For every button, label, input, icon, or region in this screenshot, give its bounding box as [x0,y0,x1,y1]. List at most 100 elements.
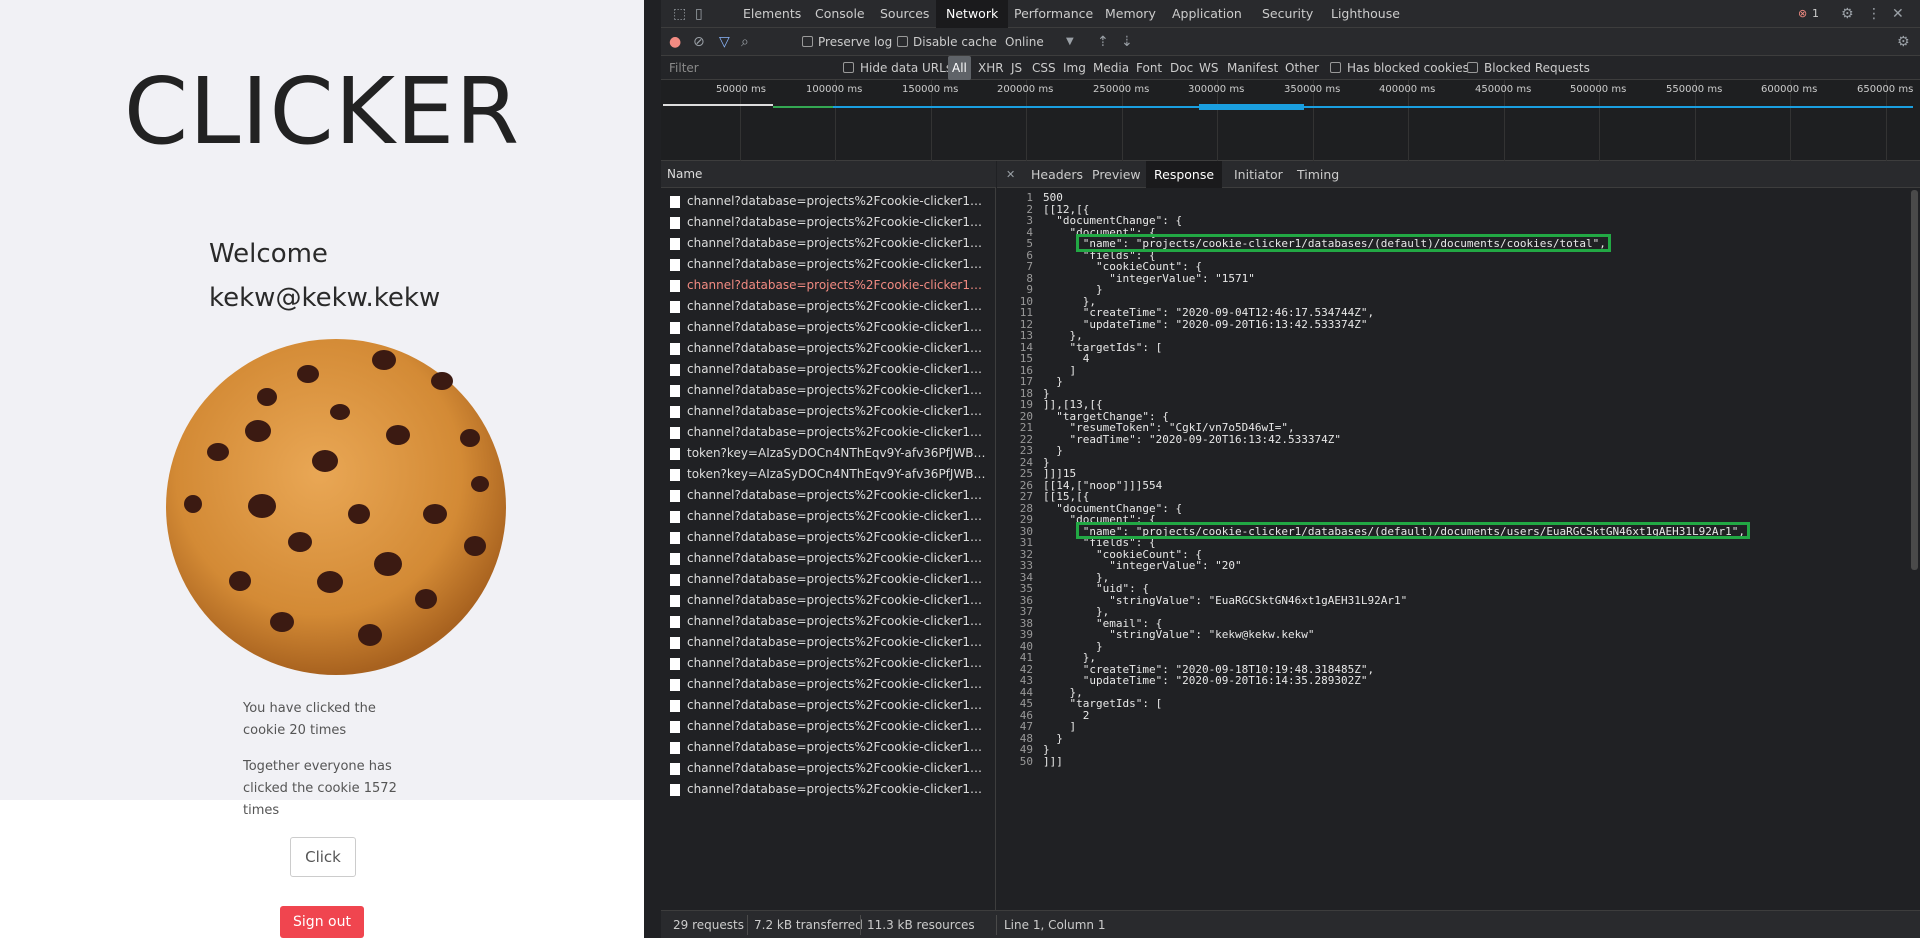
disable-cache-checkbox[interactable] [897,36,908,47]
close-devtools-icon[interactable]: ✕ [1892,0,1904,28]
tab-lighthouse[interactable]: Lighthouse [1331,0,1400,28]
request-row[interactable]: channel?database=projects%2Fcookie-click… [661,548,996,569]
filter-manifest[interactable]: Manifest [1227,56,1278,80]
device-toolbar-icon[interactable]: ▯ [695,0,703,28]
request-row[interactable]: channel?database=projects%2Fcookie-click… [661,212,996,233]
tab-initiator[interactable]: Initiator [1234,161,1283,188]
request-row[interactable]: channel?database=projects%2Fcookie-click… [661,506,996,527]
tab-headers[interactable]: Headers [1031,161,1083,188]
request-row[interactable]: channel?database=projects%2Fcookie-click… [661,191,996,212]
response-scrollbar[interactable] [1909,190,1920,910]
request-row[interactable]: channel?database=projects%2Fcookie-click… [661,380,996,401]
throttling-select[interactable]: Online [1005,28,1044,56]
tab-performance[interactable]: Performance [1014,0,1093,28]
more-options-icon[interactable]: ⋮ [1867,0,1881,28]
request-row[interactable]: channel?database=projects%2Fcookie-click… [661,653,996,674]
search-icon[interactable]: ⌕ [741,28,749,56]
request-row[interactable]: token?key=AIzaSyDOCn4NThEqv9Y-afv36PfJWB… [661,464,996,485]
filter-input[interactable]: Filter [669,56,699,80]
tab-security[interactable]: Security [1262,0,1313,28]
filter-font[interactable]: Font [1136,56,1162,80]
filter-js[interactable]: JS [1011,56,1022,80]
request-row[interactable]: channel?database=projects%2Fcookie-click… [661,569,996,590]
request-row[interactable]: channel?database=projects%2Fcookie-click… [661,758,996,779]
request-row[interactable]: channel?database=projects%2Fcookie-click… [661,632,996,653]
request-name: channel?database=projects%2Fcookie-click… [687,635,993,649]
request-row[interactable]: channel?database=projects%2Fcookie-click… [661,233,996,254]
request-row[interactable]: channel?database=projects%2Fcookie-click… [661,611,996,632]
request-name: channel?database=projects%2Fcookie-click… [687,215,993,229]
request-name: channel?database=projects%2Fcookie-click… [687,404,993,418]
close-panel-icon[interactable]: ✕ [1006,161,1015,188]
request-row[interactable]: channel?database=projects%2Fcookie-click… [661,527,996,548]
filter-xhr[interactable]: XHR [978,56,1004,80]
filter-doc[interactable]: Doc [1170,56,1193,80]
request-row[interactable]: token?key=AIzaSyDOCn4NThEqv9Y-afv36PfJWB… [661,443,996,464]
tab-memory[interactable]: Memory [1105,0,1156,28]
error-count[interactable]: 1 [1812,0,1819,28]
request-name: channel?database=projects%2Fcookie-click… [687,572,993,586]
filter-img[interactable]: Img [1063,56,1086,80]
cursor-position: Line 1, Column 1 [1004,918,1106,932]
tab-sources[interactable]: Sources [880,0,929,28]
hide-data-urls-checkbox[interactable] [843,62,854,73]
timeline-bar [833,106,1913,108]
cookie-image[interactable] [162,334,510,680]
blocked-requests-checkbox[interactable] [1467,62,1478,73]
request-row[interactable]: channel?database=projects%2Fcookie-click… [661,338,996,359]
export-har-icon[interactable]: ⇣ [1121,28,1133,56]
request-row[interactable]: channel?database=projects%2Fcookie-click… [661,590,996,611]
inspect-element-icon[interactable]: ⬚ [673,0,686,28]
tab-response[interactable]: Response [1146,161,1223,188]
request-row[interactable]: channel?database=projects%2Fcookie-click… [661,254,996,275]
preserve-log-checkbox[interactable] [802,36,813,47]
tab-application[interactable]: Application [1172,0,1242,28]
request-name: channel?database=projects%2Fcookie-click… [687,488,993,502]
resources-size: 11.3 kB resources [867,918,975,932]
request-row[interactable]: channel?database=projects%2Fcookie-click… [661,674,996,695]
request-row[interactable]: channel?database=projects%2Fcookie-click… [661,359,996,380]
tab-console[interactable]: Console [815,0,865,28]
import-har-icon[interactable]: ⇡ [1097,28,1109,56]
filter-ws[interactable]: WS [1199,56,1218,80]
request-row[interactable]: channel?database=projects%2Fcookie-click… [661,275,996,296]
tab-preview[interactable]: Preview [1092,161,1141,188]
page-title: CLICKER [123,58,521,165]
clear-icon[interactable]: ⊘ [693,28,705,56]
response-body[interactable]: 1 500 2 [[12,[{3 "documentChange": {4 "docu… [997,191,1917,910]
network-settings-icon[interactable]: ⚙ [1897,28,1910,56]
filter-media[interactable]: Media [1093,56,1129,80]
request-row[interactable]: channel?database=projects%2Fcookie-click… [661,779,996,800]
request-row[interactable]: channel?database=projects%2Fcookie-click… [661,401,996,422]
settings-gear-icon[interactable]: ⚙ [1841,0,1854,28]
request-row[interactable]: channel?database=projects%2Fcookie-click… [661,737,996,758]
sign-out-button[interactable]: Sign out [280,906,364,938]
tab-elements[interactable]: Elements [743,0,801,28]
click-button[interactable]: Click [290,837,356,877]
request-row[interactable]: channel?database=projects%2Fcookie-click… [661,296,996,317]
request-name: channel?database=projects%2Fcookie-click… [687,656,993,670]
chevron-down-icon[interactable]: ▼ [1066,28,1074,56]
highlight-box [1075,521,1750,539]
name-column-header[interactable]: Name [661,161,996,188]
request-row[interactable]: channel?database=projects%2Fcookie-click… [661,317,996,338]
filter-all[interactable]: All [948,56,971,80]
document-icon [670,595,680,607]
request-row[interactable]: channel?database=projects%2Fcookie-click… [661,695,996,716]
record-icon[interactable]: ● [669,28,681,56]
tab-timing[interactable]: Timing [1297,161,1339,188]
timeline-bar [663,104,773,106]
filter-icon[interactable]: ▽ [719,28,730,56]
tab-network[interactable]: Network [936,0,1009,28]
filter-other[interactable]: Other [1285,56,1319,80]
has-blocked-cookies-checkbox[interactable] [1330,62,1341,73]
filter-css[interactable]: CSS [1032,56,1056,80]
network-overview-timeline[interactable]: 50000 ms 100000 ms 150000 ms 200000 ms 2… [661,80,1920,161]
document-icon [670,763,680,775]
blocked-requests-label: Blocked Requests [1484,61,1590,75]
error-icon[interactable]: ⊗ [1798,0,1807,28]
response-scrollbar-thumb[interactable] [1911,190,1918,570]
request-row[interactable]: channel?database=projects%2Fcookie-click… [661,716,996,737]
request-row[interactable]: channel?database=projects%2Fcookie-click… [661,422,996,443]
request-row[interactable]: channel?database=projects%2Fcookie-click… [661,485,996,506]
